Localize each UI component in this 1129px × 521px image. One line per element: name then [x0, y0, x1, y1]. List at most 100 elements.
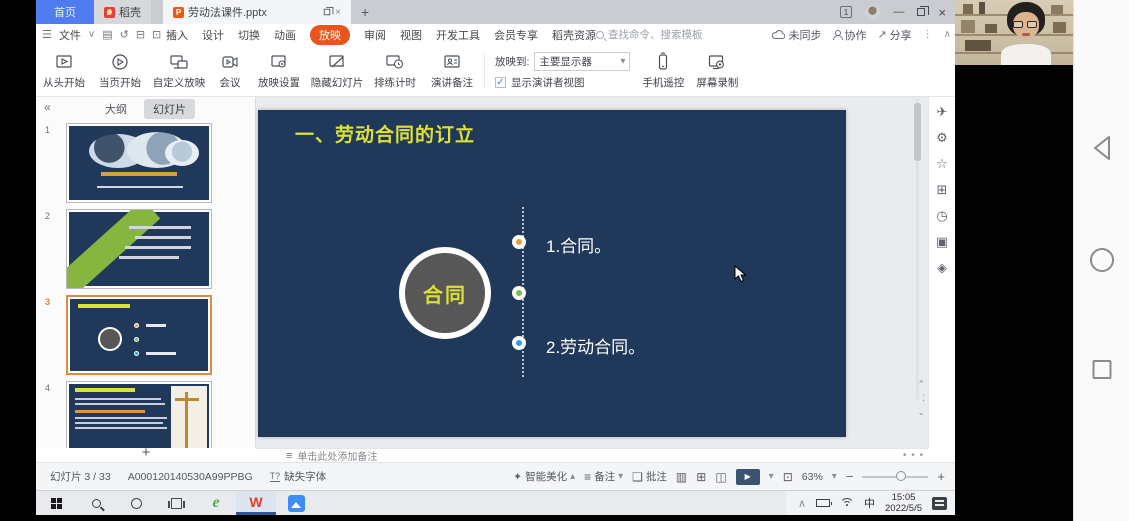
slide-thumbnail-3-selected[interactable] [66, 295, 212, 375]
contract-circle-shape[interactable]: 合同 [399, 247, 491, 339]
properties-icon[interactable]: ⚙ [936, 131, 948, 144]
docer-assistant-icon[interactable]: ✈ [937, 105, 948, 118]
action-center-icon[interactable] [932, 497, 947, 510]
screen-record-button[interactable]: 屏幕录制 [690, 52, 744, 90]
undo-icon[interactable]: ↺ [120, 28, 129, 41]
taskbar-clock[interactable]: 15:05 2022/5/5 [885, 492, 922, 514]
menu-view[interactable]: 视图 [400, 27, 422, 43]
next-slide-icon[interactable]: ⌄ [917, 407, 925, 418]
normal-view-icon[interactable]: ▥ [676, 470, 687, 484]
sync-status[interactable]: 未同步 [772, 27, 821, 43]
notes-bar[interactable]: ≡ 单击此处添加备注 [256, 448, 928, 462]
more-options-icon[interactable]: ⋮ [923, 29, 933, 40]
print-icon[interactable]: ⊟ [136, 28, 145, 41]
slide-thumbnail-1[interactable] [66, 123, 212, 203]
command-search[interactable]: 查找命令、搜索模板 [596, 24, 703, 45]
play-current-button[interactable]: 当页开始 [92, 52, 148, 90]
tab-home[interactable]: 首页 [36, 0, 94, 24]
share-button[interactable]: ↗ 分享 [877, 27, 911, 43]
start-button[interactable] [36, 491, 76, 515]
tab-close-icon[interactable]: × [335, 7, 341, 18]
reading-view-icon[interactable]: ◫ [715, 470, 726, 484]
tab-slides[interactable]: 幻灯片 [144, 99, 195, 119]
battery-icon[interactable] [816, 499, 830, 507]
menu-animation[interactable]: 动画 [274, 27, 296, 43]
file-menu[interactable]: 文件 [59, 27, 81, 43]
zoom-slider-thumb[interactable] [896, 471, 906, 481]
play-from-start-button[interactable]: 从头开始 [36, 52, 92, 90]
android-home-button[interactable] [1090, 248, 1114, 272]
comments-button[interactable]: ❏ 批注 [632, 469, 667, 484]
ie-button[interactable]: e [196, 491, 236, 515]
rehearse-timing-button[interactable]: 排练计时 [366, 52, 424, 90]
save-icon[interactable]: ▤ [102, 28, 112, 41]
add-slide-button[interactable]: + [36, 448, 256, 461]
zoom-slider[interactable] [862, 476, 928, 478]
meeting-button[interactable]: 会议 [210, 52, 250, 90]
task-view-button[interactable] [156, 491, 196, 515]
preview-icon[interactable]: ⊡ [152, 28, 161, 41]
menu-member[interactable]: 会员专享 [494, 27, 538, 43]
slide-canvas[interactable]: 一、劳动合同的订立 合同 1.合同。 2.劳动合同。 [258, 110, 846, 437]
android-recents-button[interactable] [1092, 360, 1111, 379]
collapse-panel-icon[interactable]: « [44, 100, 51, 114]
collaborate-button[interactable]: 协作 [832, 27, 866, 43]
blue-app-button[interactable] [276, 491, 316, 515]
layout-icon[interactable]: ⊞ [937, 183, 948, 196]
menu-insert[interactable]: 插入 [166, 27, 188, 43]
effects-icon[interactable]: ◈ [937, 261, 947, 274]
wps-taskbar-button[interactable]: W [236, 491, 276, 515]
avatar[interactable] [865, 5, 880, 20]
history-icon[interactable]: ◷ [936, 209, 947, 222]
menu-design[interactable]: 设计 [202, 27, 224, 43]
scroll-dots-icon[interactable]: ⁚ [922, 393, 925, 404]
vertical-scrollbar[interactable] [914, 99, 921, 399]
slide-thumbnail-4[interactable] [66, 381, 212, 448]
new-tab-button[interactable]: + [351, 0, 379, 24]
ime-indicator[interactable]: 中 [864, 495, 875, 511]
previous-slide-icon[interactable]: ⌃ [917, 379, 925, 390]
restore-button[interactable] [917, 8, 925, 16]
zoom-in-button[interactable]: + [937, 469, 945, 484]
tab-outline[interactable]: 大纲 [96, 99, 136, 119]
menu-transition[interactable]: 切换 [238, 27, 260, 43]
menu-slideshow-active[interactable]: 放映 [310, 25, 350, 45]
tab-docer[interactable]: 稻壳 [94, 0, 151, 24]
menu-review[interactable]: 审阅 [364, 27, 386, 43]
notes-more-icon[interactable]: • • • [903, 450, 924, 461]
zoom-out-button[interactable]: − [846, 469, 854, 484]
zoom-level[interactable]: 63% [802, 471, 823, 483]
notes-toggle-button[interactable]: ≡ 备注 ▾ [584, 469, 623, 484]
account-badge[interactable]: 1 [840, 6, 853, 18]
beautify-icon[interactable]: ☆ [936, 157, 948, 170]
missing-font-button[interactable]: T? 缺失字体 [270, 469, 327, 484]
taskbar-search-button[interactable] [76, 491, 116, 515]
hamburger-icon[interactable]: ☰ [42, 28, 52, 41]
scrollbar-thumb[interactable] [914, 103, 921, 161]
close-button[interactable]: × [938, 6, 946, 19]
collapse-ribbon-icon[interactable]: ∧ [944, 29, 951, 40]
phone-remote-button[interactable]: 手机遥控 [636, 52, 690, 90]
show-settings-button[interactable]: 放映设置 [250, 52, 308, 90]
material-icon[interactable]: ▣ [936, 235, 948, 248]
play-caret-icon[interactable]: ▾ [769, 471, 774, 482]
wifi-icon[interactable] [840, 498, 854, 508]
slideshow-play-button[interactable]: ▶ [736, 469, 760, 485]
smart-beautify-button[interactable]: ✦ 智能美化 ▴ [513, 469, 575, 484]
menu-docer-res[interactable]: 稻壳资源 [552, 27, 596, 43]
menu-devtools[interactable]: 开发工具 [436, 27, 480, 43]
minimize-button[interactable]: — [893, 7, 904, 18]
custom-show-button[interactable]: 自定义放映 [148, 52, 210, 90]
display-to-dropdown[interactable]: 主要显示器 ▾ [534, 52, 630, 71]
cortana-button[interactable] [116, 491, 156, 515]
fit-window-icon[interactable]: ⊡ [783, 470, 793, 484]
speaker-notes-button[interactable]: 演讲备注 [424, 52, 480, 90]
slide-thumbnail-2[interactable] [66, 209, 212, 289]
presenter-view-checkbox[interactable]: ✓ [495, 77, 506, 88]
tray-expand-icon[interactable]: ∧ [798, 497, 806, 510]
sorter-view-icon[interactable]: ⊞ [696, 470, 706, 484]
hide-slide-button[interactable]: 隐藏幻灯片 [308, 52, 366, 90]
tab-document[interactable]: P 劳动法课件.pptx × [163, 0, 351, 24]
float-tab-icon[interactable] [324, 9, 330, 15]
android-back-button[interactable] [1090, 134, 1114, 162]
